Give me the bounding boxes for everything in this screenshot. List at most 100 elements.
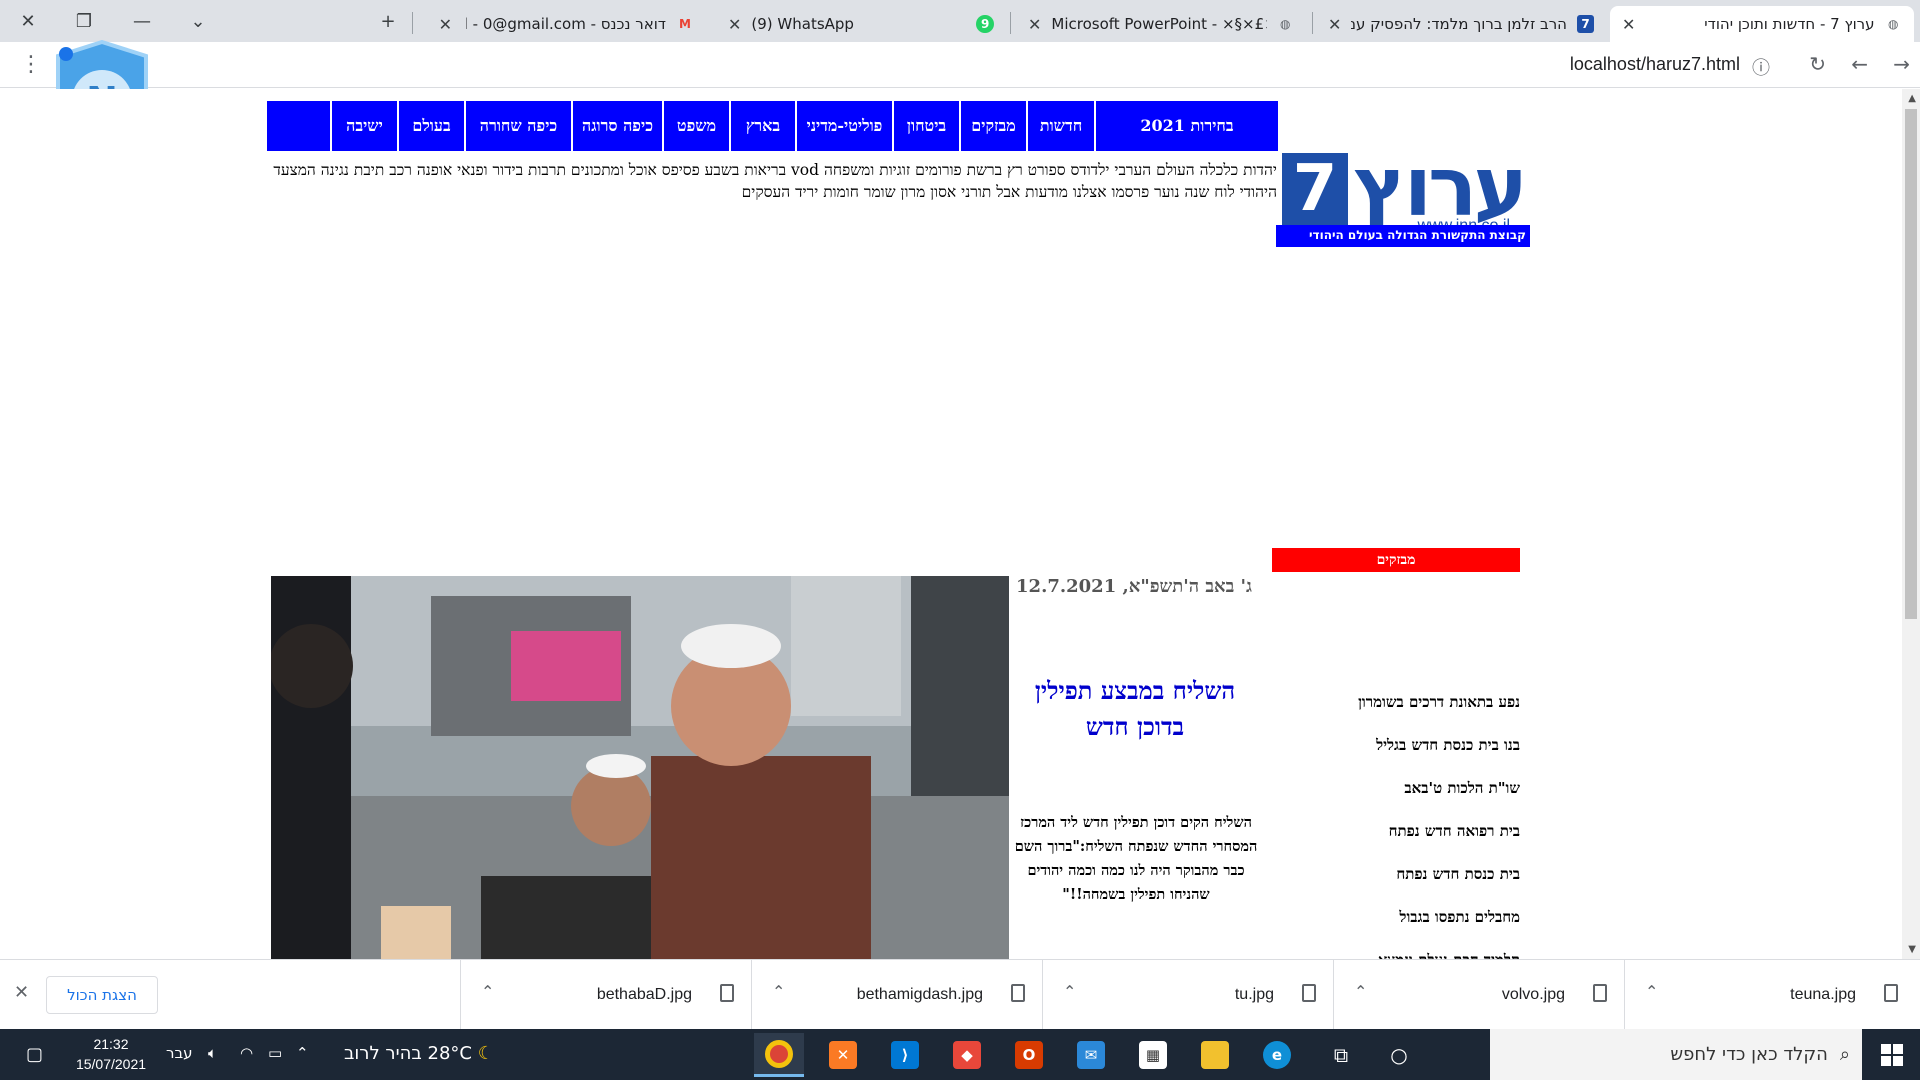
- git-app[interactable]: ◆: [942, 1033, 992, 1077]
- forward-icon[interactable]: →: [1893, 52, 1910, 76]
- menu-dots-icon[interactable]: ⋮: [20, 52, 42, 77]
- flash-item[interactable]: בית כנסת חדש נפתח: [1272, 853, 1520, 896]
- chevron-up-icon[interactable]: ⌃: [1063, 982, 1076, 1001]
- cortana-icon[interactable]: ○: [1374, 1033, 1424, 1077]
- tab-title: (9) WhatsApp: [751, 15, 854, 33]
- clock[interactable]: 21:32 15/07/2021: [66, 1034, 156, 1074]
- tab-search-icon[interactable]: ⌄: [178, 6, 218, 36]
- close-tab-icon[interactable]: ✕: [728, 15, 741, 34]
- mail-app[interactable]: ✉: [1066, 1033, 1116, 1077]
- taskbar-search[interactable]: ⌕ הקלד כאן כדי לחפש: [1490, 1029, 1862, 1080]
- browser-tab-bar: ✕ ❐ — ⌄ + M דואר נכנס - Gmail - 0@gmail.…: [0, 0, 1920, 42]
- weather-widget[interactable]: ☾ 28°C בהיר לרוב: [344, 1043, 494, 1064]
- download-filename: bethamigdash.jpg: [856, 986, 983, 1003]
- download-item[interactable]: bethabaD.jpg ⌃: [460, 960, 750, 1030]
- store-app[interactable]: ▦: [1128, 1033, 1178, 1077]
- main-nav: 2021 בחירות חדשות מבזקים ביטחון פוליטי-מ…: [265, 101, 1278, 151]
- xampp-app[interactable]: ✕: [818, 1033, 868, 1077]
- download-item[interactable]: teuna.jpg ⌃: [1624, 960, 1914, 1030]
- nav-item-politics[interactable]: פוליטי-מדיני: [795, 101, 892, 151]
- flash-item[interactable]: תלמיד חכם נעלם ונמצא: [1272, 939, 1520, 959]
- task-view-icon[interactable]: ⧉: [1316, 1033, 1366, 1077]
- close-tab-icon[interactable]: ✕: [1328, 15, 1341, 34]
- flash-item[interactable]: בית רפואה חדש נפתח: [1272, 810, 1520, 853]
- download-item[interactable]: bethamigdash.jpg ⌃: [751, 960, 1041, 1030]
- nav-item-kipa-sruga[interactable]: כיפה סרוגה: [571, 101, 662, 151]
- nav-item-yeshiva[interactable]: ישיבה: [330, 101, 397, 151]
- nav-item-empty[interactable]: [265, 101, 330, 151]
- flash-item[interactable]: נפע בתאונת דרכים בשומרון: [1272, 681, 1520, 724]
- reload-icon[interactable]: ↻: [1809, 52, 1826, 76]
- tab-arutz-home[interactable]: ✕ ערוץ 7 - חדשות ותוכן יהודי ◍: [1610, 6, 1914, 42]
- url-field[interactable]: localhost/haruz7.html: [1570, 54, 1740, 75]
- taskbar: ⌕ הקלד כאן כדי לחפש ○ ⧉ e ▦ ✉ O ◆ ⟩ ✕ ☾ …: [0, 1029, 1920, 1080]
- language-indicator[interactable]: עבר: [166, 1044, 193, 1062]
- edge-app[interactable]: e: [1252, 1033, 1302, 1077]
- file-icon: [1593, 984, 1607, 1002]
- nav-item-elections[interactable]: 2021 בחירות: [1094, 101, 1278, 151]
- back-icon[interactable]: ←: [1851, 52, 1868, 76]
- nav-item-israel[interactable]: בארץ: [729, 101, 795, 151]
- restore-window-icon[interactable]: ❐: [64, 6, 104, 36]
- scroll-down-icon[interactable]: ▼: [1908, 944, 1916, 955]
- chevron-up-icon[interactable]: ⌃: [1354, 982, 1367, 1001]
- xampp-icon: ✕: [829, 1041, 857, 1069]
- chrome-app[interactable]: [754, 1033, 804, 1077]
- topics-links[interactable]: יהדות כלכלה העולם הערבי ילדודס ספורט רץ …: [267, 159, 1277, 203]
- download-item[interactable]: tu.jpg ⌃: [1042, 960, 1332, 1030]
- wifi-icon[interactable]: ◠: [240, 1044, 253, 1062]
- flash-item[interactable]: מחבלים נתפסו בגבול: [1272, 896, 1520, 939]
- folder-icon: [1201, 1041, 1229, 1069]
- start-button[interactable]: [1864, 1029, 1920, 1080]
- notifications-icon[interactable]: ▢: [26, 1044, 43, 1065]
- gmail-icon: M: [679, 17, 691, 31]
- vscode-app[interactable]: ⟩: [880, 1033, 930, 1077]
- tab-gmail[interactable]: M דואר נכנס - Gmail - 0@gmail.com ✕: [416, 6, 706, 42]
- tab-powerpoint[interactable]: ✕ Microsoft PowerPoint - ×§×£×¨ ◍: [1016, 6, 1306, 42]
- download-filename: bethabaD.jpg: [596, 986, 692, 1003]
- show-hidden-icons-icon[interactable]: ⌃: [296, 1044, 309, 1062]
- arutz7-favicon-icon: 7: [1576, 15, 1594, 33]
- mail-icon: ✉: [1077, 1041, 1105, 1069]
- flash-item[interactable]: שו"ת הלכות ט'באב: [1272, 767, 1520, 810]
- weather-text: 28°C בהיר לרוב: [344, 1043, 472, 1064]
- nav-item-security[interactable]: ביטחון: [892, 101, 959, 151]
- chevron-up-icon[interactable]: ⌃: [772, 982, 785, 1001]
- site-logo[interactable]: ערוץ 7 www.inn.co.il: [1276, 147, 1530, 237]
- minimize-window-icon[interactable]: —: [122, 6, 162, 36]
- office-app[interactable]: O: [1004, 1033, 1054, 1077]
- logo-number: 7: [1282, 153, 1348, 225]
- scroll-thumb[interactable]: [1905, 109, 1917, 619]
- page-scrollbar[interactable]: ▲ ▼: [1902, 89, 1920, 959]
- flash-item[interactable]: בנו בית כנסת חדש בגליל: [1272, 724, 1520, 767]
- close-window-icon[interactable]: ✕: [8, 6, 48, 36]
- close-tab-icon[interactable]: ✕: [1622, 15, 1635, 34]
- chevron-up-icon[interactable]: ⌃: [1645, 982, 1658, 1001]
- tab-arutz-article[interactable]: ✕ הרב זלמן ברוך מלמד: להפסיק עם 7: [1316, 6, 1606, 42]
- tab-whatsapp[interactable]: ✕ (9) WhatsApp 9: [716, 6, 1006, 42]
- close-tab-icon[interactable]: ✕: [439, 15, 452, 34]
- show-all-downloads-button[interactable]: הצגת הכול: [46, 976, 158, 1014]
- download-item[interactable]: volvo.jpg ⌃: [1333, 960, 1623, 1030]
- file-explorer-app[interactable]: [1190, 1033, 1240, 1077]
- chevron-up-icon[interactable]: ⌃: [481, 982, 494, 1001]
- search-icon: ⌕: [1839, 1044, 1850, 1065]
- battery-icon[interactable]: ▭: [268, 1044, 282, 1062]
- close-tab-icon[interactable]: ✕: [1028, 15, 1041, 34]
- scroll-up-icon[interactable]: ▲: [1908, 93, 1916, 104]
- site-info-icon[interactable]: ⓘ: [1752, 54, 1770, 80]
- new-tab-button[interactable]: +: [368, 6, 408, 36]
- tab-title: דואר נכנס - Gmail - 0@gmail.com: [466, 15, 666, 33]
- logo-tagline: קבוצת התקשורת הגדולה בעולם היהודי: [1276, 225, 1530, 247]
- nav-item-world[interactable]: בעולם: [397, 101, 464, 151]
- nav-item-flashes[interactable]: מבזקים: [959, 101, 1026, 151]
- nav-item-kipa-shchora[interactable]: כיפה שחורה: [464, 101, 571, 151]
- volume-icon[interactable]: 🔈︎: [208, 1044, 217, 1062]
- vscode-icon: ⟩: [891, 1041, 919, 1069]
- download-filename: tu.jpg: [1234, 986, 1274, 1003]
- article-photo[interactable]: [271, 576, 1009, 959]
- close-downloads-icon[interactable]: ✕: [14, 982, 29, 1003]
- nav-item-law[interactable]: משפט: [662, 101, 729, 151]
- article-headline[interactable]: השליח במבצע תפילין בדוכן חדש: [1010, 673, 1260, 745]
- nav-item-news[interactable]: חדשות: [1026, 101, 1094, 151]
